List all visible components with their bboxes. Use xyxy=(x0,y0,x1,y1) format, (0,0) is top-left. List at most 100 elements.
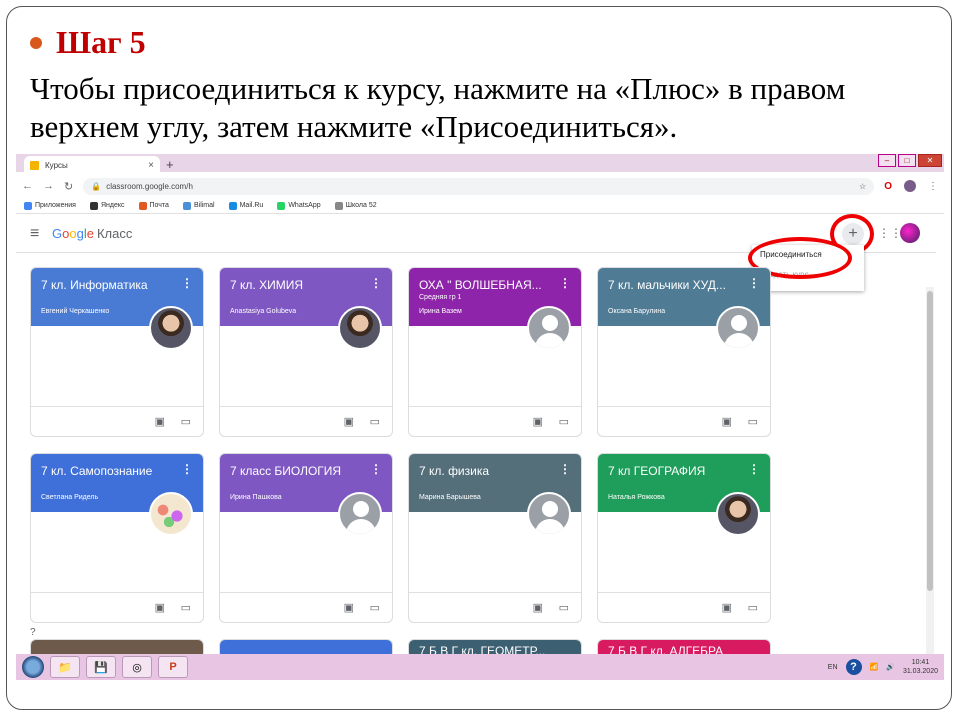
plus-button[interactable]: + xyxy=(842,223,864,245)
menu-hamburger-icon[interactable]: ≡ xyxy=(30,225,39,243)
back-icon[interactable]: ← xyxy=(22,180,33,192)
chrome-icon[interactable]: ◎ xyxy=(122,656,152,678)
card-more-icon[interactable]: ⋮ xyxy=(370,276,382,290)
bookmark-item[interactable]: Mail.Ru xyxy=(228,201,264,210)
course-title[interactable]: 7 кл ГЕОГРАФИЯ xyxy=(608,464,748,478)
bookmarks-bar: Приложения Яндекс Почта Bilimal Mail.Ru Whats… xyxy=(16,198,944,214)
course-title[interactable]: 7 кл. Самопознание xyxy=(41,464,181,478)
course-title[interactable]: ОХА " ВОЛШЕБНАЯ... xyxy=(419,278,559,292)
course-card[interactable]: 7 кл. физика Марина Барышева ⋮ ▣ ▭ xyxy=(408,453,582,623)
network-icon[interactable]: 📶 xyxy=(870,663,879,671)
classroom-page: ≡ Google Класс + ⋮⋮⋮ Присоединиться Созд… xyxy=(16,214,936,680)
page-scrollbar[interactable] xyxy=(926,287,934,680)
course-title[interactable]: 7 кл. ХИМИЯ xyxy=(230,278,370,292)
gradebook-icon[interactable]: ▣ xyxy=(155,601,165,614)
gradebook-icon[interactable]: ▣ xyxy=(155,415,165,428)
reload-icon[interactable]: ↻ xyxy=(64,180,73,193)
bookmark-item[interactable]: WhatsApp xyxy=(277,201,321,210)
powerpoint-icon[interactable]: P xyxy=(158,656,188,678)
folder-icon[interactable]: ▭ xyxy=(370,415,380,428)
close-window-icon[interactable]: ✕ xyxy=(918,154,942,167)
gradebook-icon[interactable]: ▣ xyxy=(722,601,732,614)
save-icon[interactable]: 💾 xyxy=(86,656,116,678)
gradebook-icon[interactable]: ▣ xyxy=(344,415,354,428)
teacher-name: Оксана Барулина xyxy=(608,308,666,315)
language-indicator[interactable]: EN xyxy=(828,664,838,671)
clock[interactable]: 10:41 31.03.2020 xyxy=(903,658,938,676)
gradebook-icon[interactable]: ▣ xyxy=(533,601,543,614)
course-title[interactable]: 7 кл. физика xyxy=(419,464,559,478)
teacher-avatar xyxy=(716,306,760,350)
folder-icon[interactable]: ▭ xyxy=(748,601,758,614)
course-card[interactable]: 7 кл ГЕОГРАФИЯ Наталья Рожкова ⋮ ▣ ▭ xyxy=(597,453,771,623)
bookmark-favicon-icon xyxy=(138,201,147,210)
bookmark-item[interactable]: Яндекс xyxy=(89,201,125,210)
bookmark-item[interactable]: Приложения xyxy=(24,201,76,210)
folder-icon[interactable]: ▭ xyxy=(181,601,191,614)
scrollbar-thumb[interactable] xyxy=(927,291,933,591)
gradebook-icon[interactable]: ▣ xyxy=(344,601,354,614)
card-more-icon[interactable]: ⋮ xyxy=(559,276,571,290)
card-more-icon[interactable]: ⋮ xyxy=(181,276,193,290)
maximize-icon[interactable]: □ xyxy=(898,154,916,167)
bookmark-item[interactable]: Bilimal xyxy=(182,201,215,210)
url-input[interactable]: 🔒 classroom.google.com/h ☆ xyxy=(83,177,875,195)
course-card[interactable]: 7 кл. Самопознание Светлана Ридель ⋮ ▣ ▭ xyxy=(30,453,204,623)
logo-google: Google xyxy=(52,226,94,241)
classroom-logo[interactable]: Google Класс xyxy=(52,226,132,241)
card-more-icon[interactable]: ⋮ xyxy=(559,462,571,476)
start-button[interactable] xyxy=(22,656,44,678)
folder-icon[interactable]: ▭ xyxy=(559,601,569,614)
profile-avatar[interactable] xyxy=(904,180,916,192)
logo-class: Класс xyxy=(96,226,133,241)
course-title[interactable]: 7 кл. Информатика xyxy=(41,278,181,292)
folder-icon[interactable]: ▭ xyxy=(559,415,569,428)
bookmark-favicon-icon xyxy=(334,201,343,210)
clock-time: 10:41 xyxy=(911,659,930,666)
bookmark-label: Почта xyxy=(149,202,169,209)
card-footer: ▣ ▭ xyxy=(220,592,392,622)
folder-icon[interactable]: ▭ xyxy=(370,601,380,614)
course-card[interactable]: 7 кл. ХИМИЯ Anastasiya Golubeva ⋮ ▣ ▭ xyxy=(219,267,393,437)
course-card[interactable]: 7 кл. мальчики ХУД... Оксана Барулина ⋮ ▣ ▭ xyxy=(597,267,771,437)
teacher-avatar xyxy=(527,492,571,536)
course-card[interactable]: ОХА " ВОЛШЕБНАЯ... Средняя гр 1 Ирина Вазе… xyxy=(408,267,582,437)
help-icon[interactable]: ? xyxy=(30,627,36,638)
tab-close-icon[interactable]: × xyxy=(148,160,154,171)
bookmark-label: Школа 52 xyxy=(345,202,377,209)
browser-menu-icon[interactable]: ⋮ xyxy=(928,181,938,192)
folder-icon[interactable]: ▭ xyxy=(181,415,191,428)
card-footer: ▣ ▭ xyxy=(220,406,392,436)
tab-title: Курсы xyxy=(45,160,68,170)
gradebook-icon[interactable]: ▣ xyxy=(722,415,732,428)
card-footer: ▣ ▭ xyxy=(409,592,581,622)
user-avatar[interactable] xyxy=(900,223,920,243)
browser-tab[interactable]: Курсы × xyxy=(24,156,160,174)
card-more-icon[interactable]: ⋮ xyxy=(748,462,760,476)
course-title[interactable]: 7 кл. мальчики ХУД... xyxy=(608,278,748,292)
gradebook-icon[interactable]: ▣ xyxy=(533,415,543,428)
bookmark-star-icon[interactable]: ☆ xyxy=(859,182,866,191)
bookmark-item[interactable]: Школа 52 xyxy=(334,201,377,210)
teacher-name: Ирина Пашкова xyxy=(230,494,282,501)
card-more-icon[interactable]: ⋮ xyxy=(370,462,382,476)
opera-extension-icon[interactable]: O xyxy=(884,181,892,192)
bookmark-favicon-icon xyxy=(89,201,98,210)
clock-date: 31.03.2020 xyxy=(902,668,938,675)
card-more-icon[interactable]: ⋮ xyxy=(181,462,193,476)
minimize-icon[interactable]: – xyxy=(878,154,896,167)
folder-icon[interactable]: ▭ xyxy=(748,415,758,428)
course-card[interactable]: 7 кл. Информатика Евгений Черкашенко ⋮ ▣ ▭ xyxy=(30,267,204,437)
forward-icon[interactable]: → xyxy=(43,180,54,192)
card-more-icon[interactable]: ⋮ xyxy=(748,276,760,290)
course-title[interactable]: 7 класс БИОЛОГИЯ xyxy=(230,464,370,478)
bookmark-item[interactable]: Почта xyxy=(138,201,169,210)
windows-taskbar: 📁 💾 ◎ P EN ? 📶 🔊 10:41 31.03.2020 xyxy=(16,654,944,680)
bookmark-label: Mail.Ru xyxy=(239,202,264,209)
help-tray-icon[interactable]: ? xyxy=(845,659,862,675)
volume-icon[interactable]: 🔊 xyxy=(886,663,895,671)
new-tab-button[interactable]: + xyxy=(166,157,174,172)
explorer-icon[interactable]: 📁 xyxy=(50,656,80,678)
course-card[interactable]: 7 класс БИОЛОГИЯ Ирина Пашкова ⋮ ▣ ▭ xyxy=(219,453,393,623)
step-title: Шаг 5 xyxy=(56,24,146,60)
